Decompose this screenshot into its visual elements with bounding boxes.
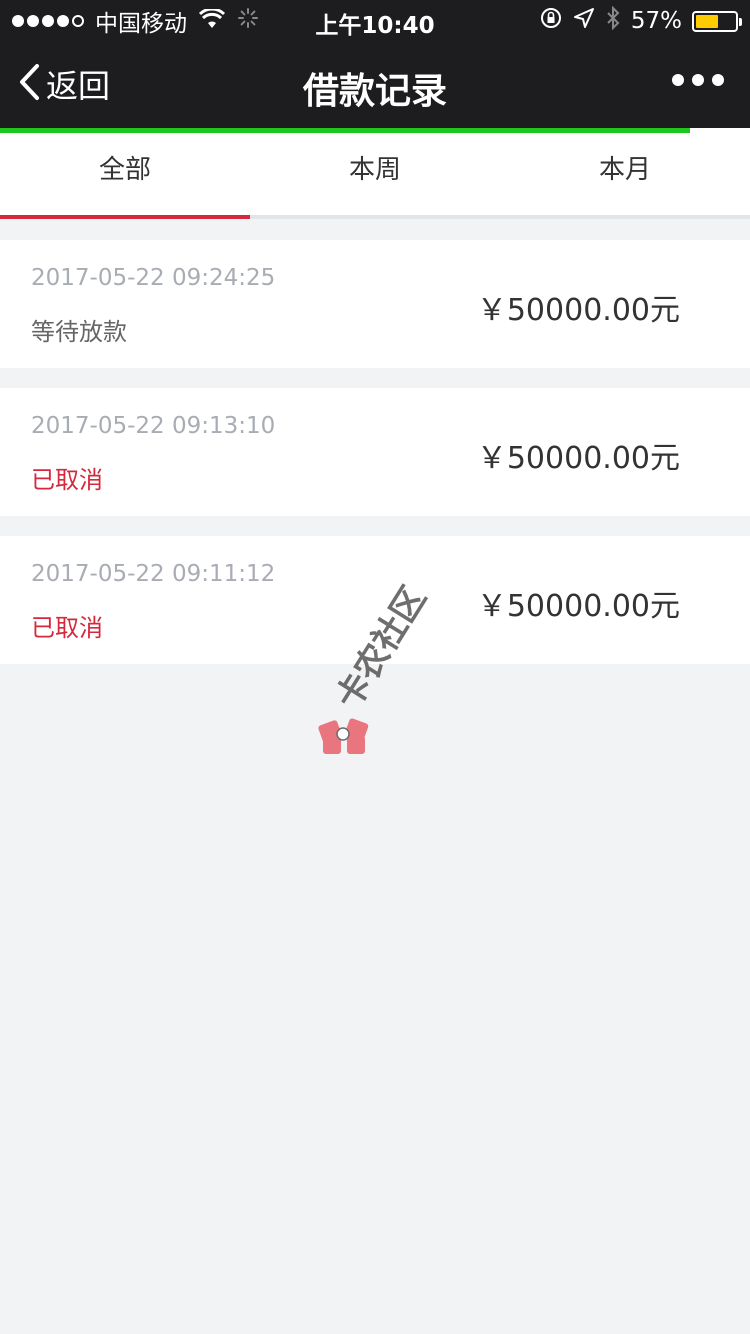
location-arrow-icon (573, 7, 595, 35)
record-status: 已取消 (31, 614, 103, 642)
more-dot-icon (672, 74, 684, 86)
status-bar: 中国移动 上午10:40 57% (0, 0, 750, 40)
chevron-left-icon (18, 63, 40, 105)
record-status: 已取消 (31, 466, 103, 494)
navigation-bar: 返回 借款记录 (0, 40, 750, 128)
battery-percent: 57% (630, 8, 682, 34)
tab-this-month[interactable]: 本月 (500, 133, 750, 215)
more-options-button[interactable] (664, 74, 724, 86)
page-title: 借款记录 (302, 71, 447, 112)
record-status: 等待放款 (31, 318, 127, 346)
filter-tabs: 全部 本周 本月 (0, 133, 750, 219)
loan-record-item[interactable]: 2017-05-22 09:13:10 已取消 ￥50000.00元 (0, 388, 750, 516)
record-date: 2017-05-22 09:11:12 (31, 561, 276, 587)
tab-all[interactable]: 全部 (0, 133, 250, 219)
watermark-logo: 卡农社区 (305, 580, 455, 760)
loan-record-item[interactable]: 2017-05-22 09:24:25 等待放款 ￥50000.00元 (0, 240, 750, 368)
back-label: 返回 (46, 67, 111, 105)
record-amount: ￥50000.00元 (476, 589, 680, 624)
orientation-lock-icon (539, 6, 563, 36)
record-amount: ￥50000.00元 (476, 293, 680, 328)
record-date: 2017-05-22 09:24:25 (31, 265, 276, 291)
status-right: 57% (529, 5, 742, 36)
more-dot-icon (712, 74, 724, 86)
record-amount: ￥50000.00元 (476, 441, 680, 476)
more-dot-icon (692, 74, 704, 86)
battery-icon (692, 10, 742, 32)
bluetooth-icon (605, 5, 621, 36)
tab-this-week[interactable]: 本周 (250, 133, 500, 215)
watermark-text: 卡农社区 (328, 580, 434, 716)
record-date: 2017-05-22 09:13:10 (31, 413, 276, 439)
back-button[interactable]: 返回 (18, 62, 110, 106)
